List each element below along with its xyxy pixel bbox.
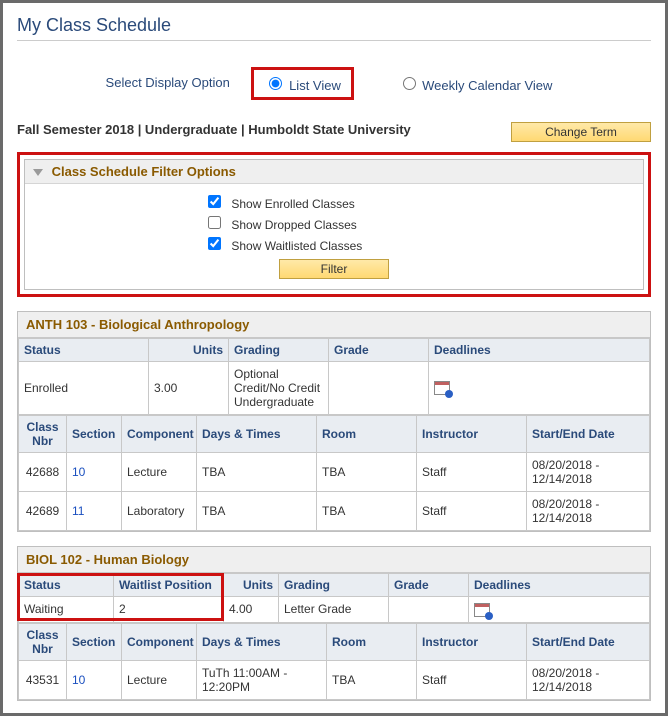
list-view-label: List View: [289, 78, 341, 93]
divider: [17, 40, 651, 41]
cell-component: Lecture: [122, 660, 197, 699]
cell-grade: [329, 362, 429, 415]
calendar-icon[interactable]: [434, 381, 450, 395]
cell-class-nbr: 42689: [19, 492, 67, 531]
list-view-radio[interactable]: [269, 77, 282, 90]
cell-deadlines: [429, 362, 650, 415]
col-deadlines: Deadlines: [469, 574, 650, 597]
col-start-end: Start/End Date: [527, 416, 650, 453]
calendar-view-option[interactable]: Weekly Calendar View: [388, 70, 563, 97]
col-component: Component: [122, 416, 197, 453]
table-row: 42689 11 Laboratory TBA TBA Staff 08/20/…: [19, 492, 650, 531]
col-status: Status: [19, 574, 114, 597]
filter-header[interactable]: Class Schedule Filter Options: [25, 160, 643, 184]
cell-status: Waiting: [19, 597, 114, 623]
col-room: Room: [327, 623, 417, 660]
col-class-nbr: Class Nbr: [19, 416, 67, 453]
collapse-icon: [33, 169, 43, 176]
col-component: Component: [122, 623, 197, 660]
app-frame: My Class Schedule Select Display Option …: [0, 0, 668, 716]
calendar-icon[interactable]: [474, 603, 490, 617]
col-units: Units: [224, 574, 279, 597]
show-waitlisted-checkbox[interactable]: [208, 237, 221, 250]
course-summary-table: Status Waitlist Position Units Grading G…: [18, 573, 650, 623]
calendar-view-radio[interactable]: [403, 77, 416, 90]
table-row: Enrolled 3.00 Optional Credit/No Credit …: [19, 362, 650, 415]
cell-dates: 08/20/2018 - 12/14/2018: [527, 453, 650, 492]
filter-body: Show Enrolled Classes Show Dropped Class…: [25, 184, 643, 289]
filter-button[interactable]: Filter: [279, 259, 389, 279]
display-option-row: Select Display Option List View Weekly C…: [17, 67, 651, 100]
cell-component: Laboratory: [122, 492, 197, 531]
col-days-times: Days & Times: [197, 416, 317, 453]
show-waitlisted-label: Show Waitlisted Classes: [231, 239, 362, 253]
cell-room: TBA: [317, 453, 417, 492]
cell-grade: [389, 597, 469, 623]
cell-instructor: Staff: [417, 492, 527, 531]
col-units: Units: [149, 339, 229, 362]
show-enrolled-label: Show Enrolled Classes: [231, 197, 354, 211]
page-title: My Class Schedule: [17, 15, 651, 36]
show-enrolled-checkbox[interactable]: [208, 195, 221, 208]
col-section: Section: [67, 416, 122, 453]
table-row: 42688 10 Lecture TBA TBA Staff 08/20/201…: [19, 453, 650, 492]
cell-deadlines: [469, 597, 650, 623]
section-link[interactable]: 10: [72, 673, 85, 687]
cell-instructor: Staff: [417, 453, 527, 492]
display-option-label: Select Display Option: [106, 75, 230, 90]
calendar-view-label: Weekly Calendar View: [422, 78, 552, 93]
section-link[interactable]: 10: [72, 465, 85, 479]
col-grading: Grading: [229, 339, 329, 362]
cell-dates: 08/20/2018 - 12/14/2018: [527, 492, 650, 531]
cell-dates: 08/20/2018 - 12/14/2018: [527, 660, 650, 699]
term-text: Fall Semester 2018 | Undergraduate | Hum…: [17, 122, 411, 139]
col-class-nbr: Class Nbr: [19, 623, 67, 660]
col-deadlines: Deadlines: [429, 339, 650, 362]
show-dropped-checkbox[interactable]: [208, 216, 221, 229]
filter-title: Class Schedule Filter Options: [52, 164, 236, 179]
col-start-end: Start/End Date: [527, 623, 650, 660]
cell-component: Lecture: [122, 453, 197, 492]
course-header: ANTH 103 - Biological Anthropology: [18, 312, 650, 338]
table-row: Waiting 2 4.00 Letter Grade: [19, 597, 650, 623]
course-block-anth: ANTH 103 - Biological Anthropology Statu…: [17, 311, 651, 532]
cell-instructor: Staff: [417, 660, 527, 699]
cell-waitlist: 2: [114, 597, 224, 623]
change-term-button[interactable]: Change Term: [511, 122, 651, 142]
cell-room: TBA: [327, 660, 417, 699]
cell-days: TBA: [197, 453, 317, 492]
col-waitlist: Waitlist Position: [114, 574, 224, 597]
col-instructor: Instructor: [417, 416, 527, 453]
col-grade: Grade: [389, 574, 469, 597]
col-room: Room: [317, 416, 417, 453]
cell-days: TBA: [197, 492, 317, 531]
cell-room: TBA: [317, 492, 417, 531]
cell-grading: Letter Grade: [279, 597, 389, 623]
col-grade: Grade: [329, 339, 429, 362]
cell-grading: Optional Credit/No Credit Undergraduate: [229, 362, 329, 415]
filter-panel: Class Schedule Filter Options Show Enrol…: [24, 159, 644, 290]
cell-class-nbr: 42688: [19, 453, 67, 492]
course-sections-table: Class Nbr Section Component Days & Times…: [18, 415, 650, 531]
show-dropped-label: Show Dropped Classes: [231, 218, 356, 232]
col-status: Status: [19, 339, 149, 362]
cell-days: TuTh 11:00AM - 12:20PM: [197, 660, 327, 699]
course-block-biol: BIOL 102 - Human Biology Status Waitlist…: [17, 546, 651, 701]
cell-class-nbr: 43531: [19, 660, 67, 699]
col-grading: Grading: [279, 574, 389, 597]
course-sections-table: Class Nbr Section Component Days & Times…: [18, 623, 650, 700]
filter-panel-highlight: Class Schedule Filter Options Show Enrol…: [17, 152, 651, 297]
col-days-times: Days & Times: [197, 623, 327, 660]
section-link[interactable]: 11: [72, 504, 84, 518]
col-instructor: Instructor: [417, 623, 527, 660]
table-row: 43531 10 Lecture TuTh 11:00AM - 12:20PM …: [19, 660, 650, 699]
cell-status: Enrolled: [19, 362, 149, 415]
list-view-option[interactable]: List View: [251, 67, 353, 100]
course-summary-table: Status Units Grading Grade Deadlines Enr…: [18, 338, 650, 415]
term-row: Fall Semester 2018 | Undergraduate | Hum…: [17, 122, 651, 142]
cell-units: 4.00: [224, 597, 279, 623]
col-section: Section: [67, 623, 122, 660]
cell-units: 3.00: [149, 362, 229, 415]
course-header: BIOL 102 - Human Biology: [18, 547, 650, 573]
